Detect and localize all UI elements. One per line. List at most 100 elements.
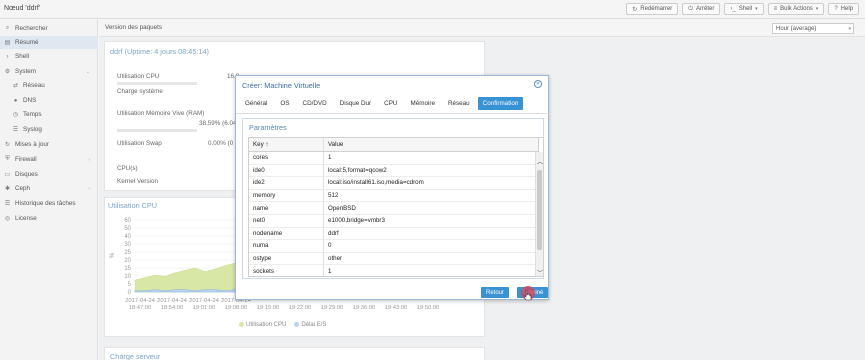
summary-icon: ▤ <box>4 40 11 46</box>
row-value: local:5,format=qcow2 <box>328 166 387 174</box>
tab-os[interactable]: OS <box>275 97 294 110</box>
y-tick-label: 30 <box>124 242 131 248</box>
list-icon: ☰ <box>12 127 19 133</box>
refresh-icon: ↻ <box>4 142 11 148</box>
x-tick-time: 19:29:00 <box>321 305 344 311</box>
row-value: 512 <box>328 192 339 200</box>
sidebar-item-disks[interactable]: ▭ Disques <box>0 168 98 181</box>
table-row[interactable]: name OpenBSD <box>249 202 539 215</box>
column-key[interactable]: Key ↑ <box>249 138 324 151</box>
terminal-icon: ›_ <box>730 6 736 12</box>
restart-button[interactable]: ↻ Redémarrer <box>626 3 679 15</box>
grid-scrollbar[interactable]: ︿ ﹀ <box>535 152 543 276</box>
sidebar-item-shell[interactable]: › Shell <box>0 50 98 63</box>
list-icon: ☰ <box>4 201 11 207</box>
legend-cpu[interactable]: Utilisation CPU <box>239 322 286 328</box>
tab-cddvd[interactable]: CD/DVD <box>298 97 332 110</box>
parameters-title: Paramètres <box>249 123 287 132</box>
y-tick-label: 20 <box>124 258 131 264</box>
sidebar-item-system[interactable]: ⚙ System ⌄ <box>0 65 98 78</box>
chevron-down-icon: ▾ <box>815 6 819 12</box>
table-row[interactable]: ide0 local:5,format=qcow2 <box>249 164 539 178</box>
chevron-right-icon[interactable]: › <box>88 186 90 192</box>
sidebar-item-summary[interactable]: ▤ Résumé <box>0 36 98 49</box>
table-row[interactable]: ostype other <box>249 252 539 266</box>
disk-icon: ▭ <box>4 172 11 178</box>
row-key: numa <box>249 240 324 252</box>
table-row[interactable]: numa 0 <box>249 240 539 253</box>
package-versions-button[interactable]: Version des paquets <box>105 24 162 31</box>
table-row[interactable]: sockets 1 <box>249 265 539 276</box>
x-tick-time: 19:15:00 <box>257 305 280 311</box>
row-value: e1000,bridge=vmbr3 <box>328 217 385 225</box>
scroll-thumb[interactable] <box>537 170 542 250</box>
sidebar-item-dns[interactable]: ● DNS <box>0 94 98 107</box>
column-value[interactable]: Value <box>324 138 539 151</box>
chevron-down-icon[interactable]: ⌄ <box>86 69 90 75</box>
chevron-up-icon[interactable]: ︿ <box>537 157 543 166</box>
cpu-chart-legend: Utilisation CPU Délai E/S <box>239 322 326 328</box>
memory-label: Utilisation Mémoire Vive (RAM) <box>117 110 205 117</box>
tab-memory[interactable]: Mémoire <box>405 97 440 110</box>
bulk-actions-button[interactable]: ≡ Bulk Actions ▾ <box>767 3 825 15</box>
y-tick-label: 10 <box>124 274 131 280</box>
tab-hard-disk[interactable]: Disque Dur <box>335 97 377 110</box>
row-value: 0 <box>328 242 332 250</box>
timeframe-select[interactable]: Hour (average) ▾ <box>772 23 854 34</box>
y-axis-label: % <box>110 252 116 258</box>
bulk-icon: ≡ <box>773 6 778 12</box>
cpu-usage-bar <box>117 82 197 85</box>
top-bar: Nœud 'ddrf' ↻ Redémarrer ⏻ Arrêter ›_ Shell… <box>0 0 865 19</box>
shutdown-button[interactable]: ⏻ Arrêter <box>682 3 721 15</box>
sidebar-item-time[interactable]: ◷ Temps <box>0 108 98 121</box>
chevron-down-icon[interactable]: ﹀ <box>537 268 543 276</box>
x-tick-date: 2017-04-24 <box>157 298 187 304</box>
close-icon[interactable]: ✕ <box>534 80 542 88</box>
x-tick-time: 19:43:00 <box>385 305 408 311</box>
table-row[interactable]: memory 512 <box>249 189 539 203</box>
y-tick-label: 5 <box>128 282 132 288</box>
help-button[interactable]: ? Help <box>828 3 859 15</box>
sidebar-item-task-history[interactable]: ☰ Historique des tâches <box>0 197 98 210</box>
tab-cpu[interactable]: CPU <box>379 97 402 110</box>
row-key: memory <box>249 189 324 202</box>
x-tick-date: 2017-04-24 <box>125 298 155 304</box>
cpus-label: CPU(s) <box>117 165 138 172</box>
tab-general[interactable]: Général <box>240 97 272 110</box>
row-key: cores <box>249 152 324 164</box>
row-value: ddrf <box>328 229 339 237</box>
back-button[interactable]: Retour <box>481 287 510 298</box>
sidebar-item-network[interactable]: ⇄ Réseau <box>0 79 98 92</box>
chevron-right-icon[interactable]: › <box>88 157 90 163</box>
content-toolbar: Version des paquets Hour (average) ▾ <box>99 20 865 37</box>
search-icon: ⌕ <box>5 25 10 31</box>
row-key: ide0 <box>249 164 324 177</box>
y-tick-label: 50 <box>124 226 131 232</box>
table-row[interactable]: net0 e1000,bridge=vmbr3 <box>249 215 539 228</box>
status-title: ddrf (Uptime: 4 jours 08:45:14) <box>110 47 209 56</box>
tab-network[interactable]: Réseau <box>443 97 475 110</box>
parameters-grid: Key ↑ Value cores 1 ide0 local:5,format=qco… <box>248 137 544 277</box>
create-vm-dialog: Créer: Machine Virtuelle ✕ Général OS CD… <box>235 75 550 301</box>
sidebar-item-license[interactable]: ◎ License <box>0 212 98 225</box>
table-row[interactable]: ide2 local:iso/install61.iso,media=cdrom <box>249 177 539 190</box>
sidebar-item-firewall[interactable]: ⛨ Firewall › <box>0 153 98 166</box>
sidebar-item-updates[interactable]: ↻ Mises à jour <box>0 138 98 151</box>
shell-button[interactable]: ›_ Shell ▾ <box>724 3 764 15</box>
sidebar-item-ceph[interactable]: ✱ Ceph › <box>0 182 98 195</box>
swap-value: 0.00% (0 <box>208 140 234 147</box>
wizard-tabs: Général OS CD/DVD Disque Dur CPU Mémoire… <box>240 97 526 110</box>
hand-cursor-icon <box>524 290 532 301</box>
tab-confirmation[interactable]: Confirmation <box>477 97 524 110</box>
table-row[interactable]: cores 1 <box>249 152 539 165</box>
swap-label: Utilisation Swap <box>117 140 162 147</box>
top-actions: ↻ Redémarrer ⏻ Arrêter ›_ Shell ▾ ≡ Bulk Acti… <box>626 3 859 15</box>
x-tick-time: 19:36:00 <box>353 305 376 311</box>
legend-io[interactable]: Délai E/S <box>294 322 326 328</box>
sidebar-item-search[interactable]: ⌕ Rechercher <box>0 22 98 35</box>
chevron-down-icon: ▾ <box>755 6 758 12</box>
grid-header: Key ↑ Value <box>249 138 539 152</box>
sidebar-item-syslog[interactable]: ☰ Syslog <box>0 123 98 136</box>
server-load-panel: Charge serveur <box>104 347 485 360</box>
table-row[interactable]: nodename ddrf <box>249 227 539 241</box>
